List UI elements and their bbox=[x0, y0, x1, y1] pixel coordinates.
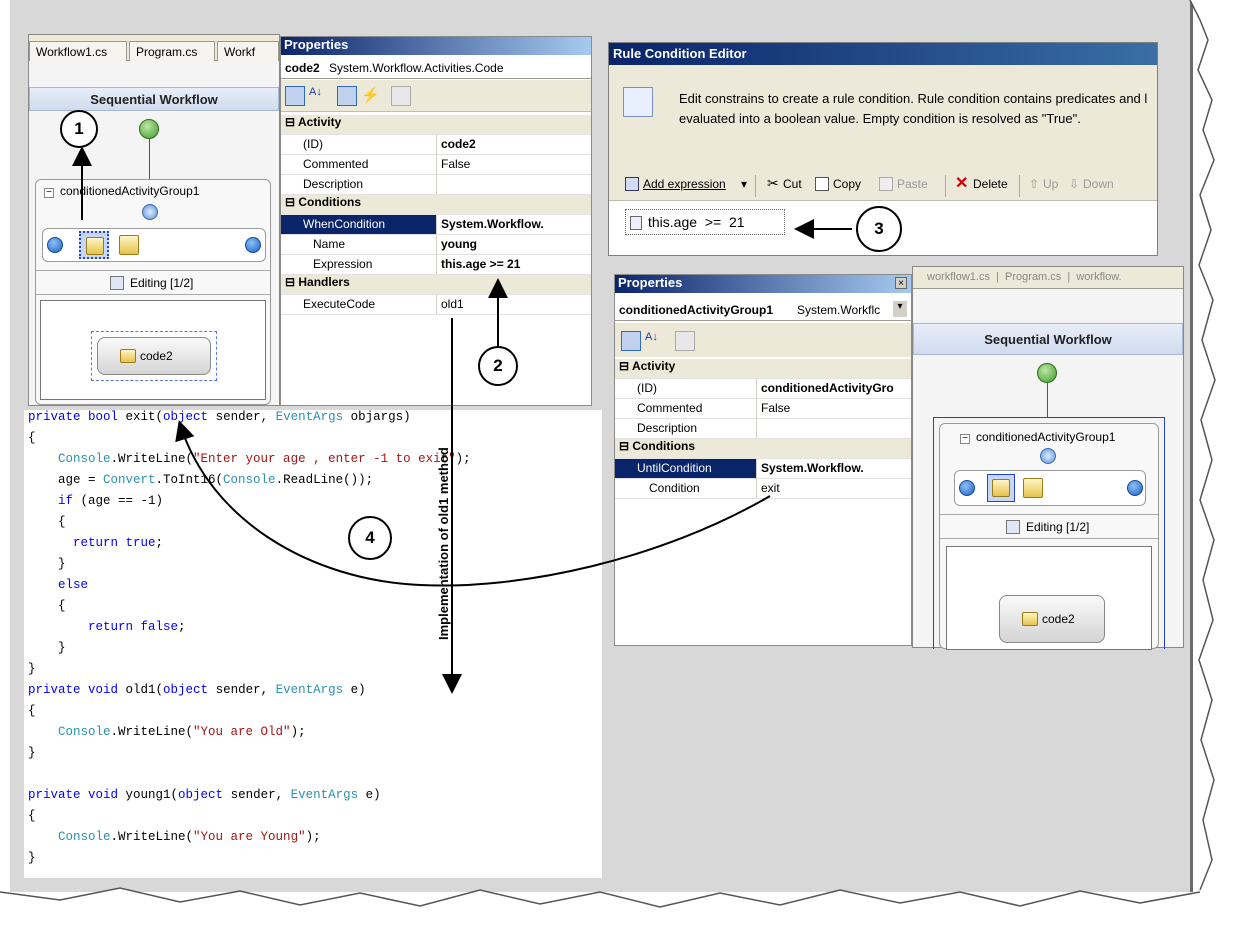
callout-2: 2 bbox=[478, 346, 518, 386]
vertical-annotation-label: Implementation of old1 method bbox=[436, 447, 451, 640]
callout-1: 1 bbox=[60, 110, 98, 148]
annotation-arrows bbox=[72, 146, 852, 694]
callout-4: 4 bbox=[348, 516, 392, 560]
screenshot-collage: Workflow1.cs Program.cs Workf Sequential… bbox=[0, 0, 1234, 949]
callout-3: 3 bbox=[856, 206, 902, 252]
